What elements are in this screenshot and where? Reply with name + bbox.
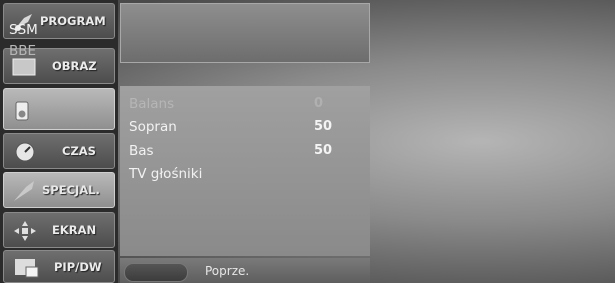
sidebar-item-czas[interactable]: CZAS [3,133,115,169]
sidebar-item-ekran[interactable]: EKRAN [3,212,115,248]
menu-row-bas-label[interactable]: Bas [129,143,154,159]
sidebar-item-label: PIP/DW [54,259,102,274]
sidebar-item-pip[interactable]: PIP/DW [3,250,115,283]
sidebar-item-specjal[interactable]: SPECJAL. [3,172,115,208]
sidebar-item-audio[interactable] [3,88,115,130]
sidebar-item-label: OBRAZ [52,59,97,73]
menu-row-balans-value: 0 [314,96,324,111]
menu-row-sopran-value: 50 [314,119,333,134]
pip-icon [14,258,40,282]
menu-row-tv-speakers-label[interactable]: TV głośniki [129,166,202,182]
sidebar-item-label: CZAS [62,144,96,158]
menu-row-balans-label[interactable]: Balans [129,96,174,112]
menu-item-bbe[interactable]: BBE [9,43,36,59]
audio-menu-panel [120,0,370,283]
screen-arrows-icon [13,220,37,246]
prev-button-pill[interactable] [124,263,188,282]
speaker-icon [14,101,30,125]
prev-label: Poprze. [205,264,250,278]
sidebar-item-label: SPECJAL. [42,183,100,197]
menu-item-ssm[interactable]: SSM [9,22,38,38]
special-tag-icon [12,179,36,207]
sidebar-item-label: PROGRAM [40,14,106,28]
clock-icon [14,141,36,167]
menu-row-sopran-label[interactable]: Sopran [129,119,177,135]
menu-row-bas-value: 50 [314,143,333,158]
picture-icon [12,58,36,80]
sidebar-item-label: EKRAN [52,223,97,237]
top-menu-box [120,3,370,63]
